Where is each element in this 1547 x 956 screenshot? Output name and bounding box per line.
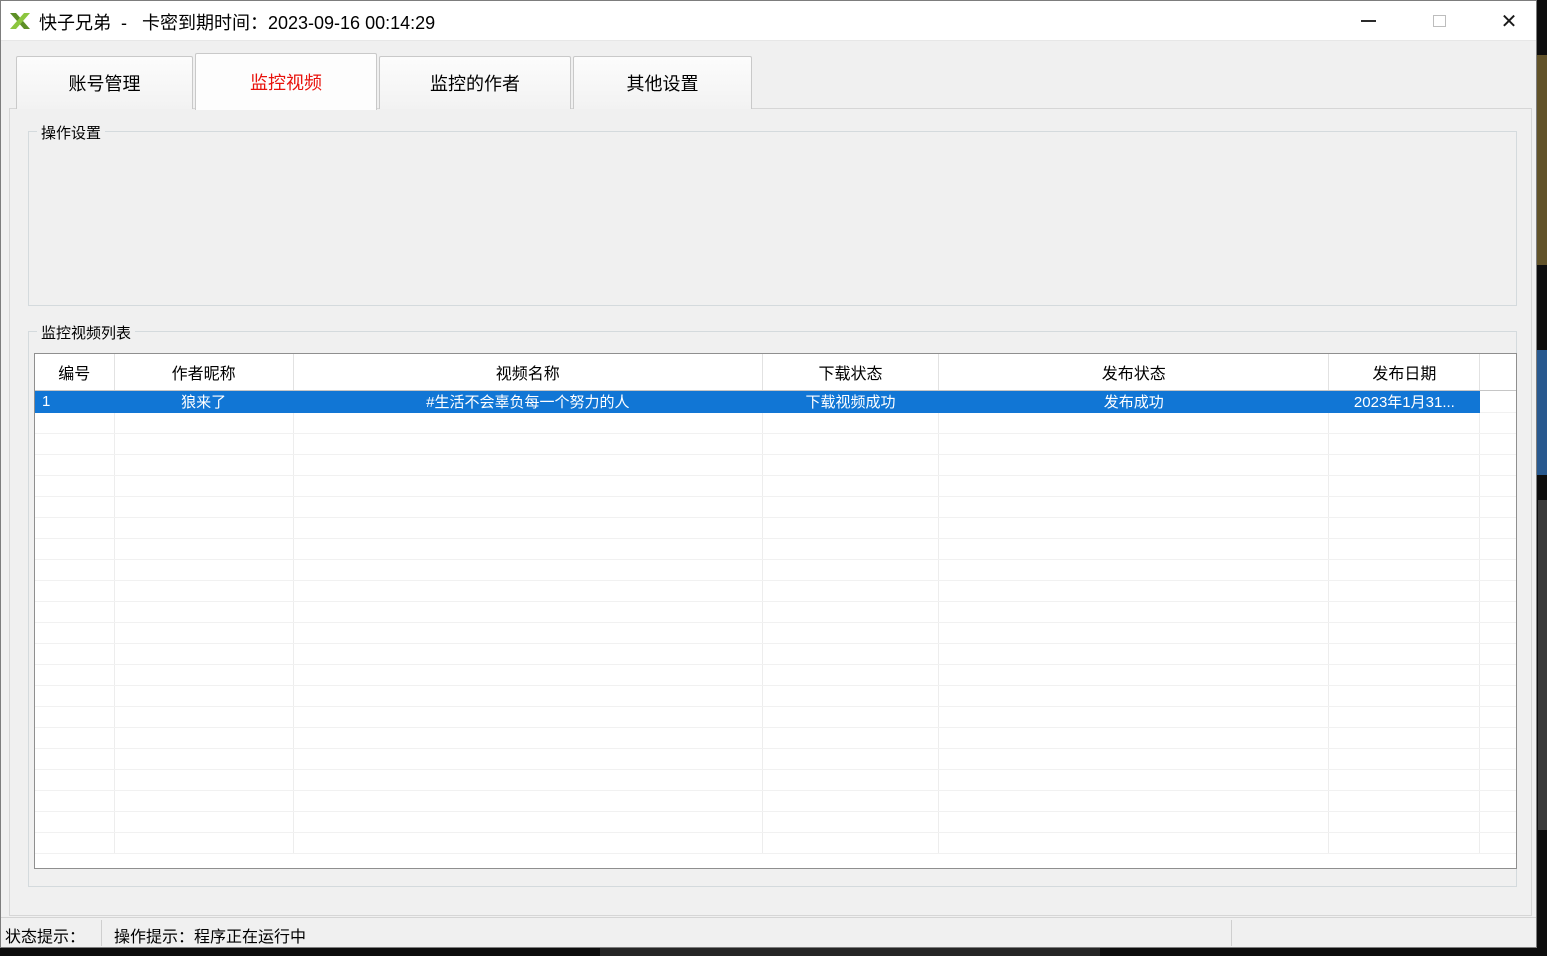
desktop-background: 快子兄弟 - 卡密到期时间：2023-09-16 00:14:29 ✕ 账号管理… xyxy=(0,0,1547,956)
table-empty-row xyxy=(35,580,1516,601)
table-empty-row xyxy=(35,601,1516,622)
table-empty-row xyxy=(35,454,1516,475)
statusbar-divider xyxy=(101,920,102,946)
table-empty-row xyxy=(35,559,1516,580)
group-title: 操作设置 xyxy=(37,122,105,143)
column-header-filler xyxy=(1480,354,1516,390)
minimize-button[interactable] xyxy=(1345,1,1391,41)
table-empty-row xyxy=(35,790,1516,811)
table-cell: 狼来了 xyxy=(114,390,293,412)
table-cell-filler xyxy=(1480,390,1516,412)
table-empty-row xyxy=(35,727,1516,748)
table-empty-row xyxy=(35,496,1516,517)
column-header[interactable]: 发布日期 xyxy=(1329,354,1480,390)
statusbar-divider xyxy=(1231,920,1232,946)
table-empty-row xyxy=(35,643,1516,664)
maximize-icon xyxy=(1433,15,1446,27)
table-empty-row xyxy=(35,412,1516,433)
app-logo-icon xyxy=(8,9,32,33)
video-table-container: 编号作者昵称视频名称下载状态发布状态发布日期1狼来了#生活不会辜负每一个努力的人… xyxy=(34,353,1517,869)
table-empty-row xyxy=(35,664,1516,685)
table-empty-row xyxy=(35,475,1516,496)
titlebar: 快子兄弟 - 卡密到期时间：2023-09-16 00:14:29 ✕ xyxy=(1,1,1536,41)
table-header-row: 编号作者昵称视频名称下载状态发布状态发布日期 xyxy=(35,354,1516,390)
column-header[interactable]: 视频名称 xyxy=(293,354,762,390)
group-title: 监控视频列表 xyxy=(37,322,135,343)
column-header[interactable]: 下载状态 xyxy=(762,354,938,390)
tab-other-settings[interactable]: 其他设置 xyxy=(573,56,752,109)
tab-monitor-videos[interactable]: 监控视频 xyxy=(195,53,377,110)
table-cell: 2023年1月31... xyxy=(1329,390,1480,412)
table-empty-row xyxy=(35,433,1516,454)
close-button[interactable]: ✕ xyxy=(1486,1,1532,41)
table-empty-row xyxy=(35,685,1516,706)
column-header[interactable]: 作者昵称 xyxy=(114,354,293,390)
tab-account-management[interactable]: 账号管理 xyxy=(16,56,193,109)
desktop-artifact xyxy=(1538,500,1547,830)
minimize-icon xyxy=(1361,20,1376,22)
table-empty-row xyxy=(35,832,1516,853)
desktop-artifact xyxy=(1536,55,1547,265)
operation-hint: 操作提示：程序正在运行中 xyxy=(114,923,306,947)
table-empty-row xyxy=(35,811,1516,832)
tab-monitored-authors[interactable]: 监控的作者 xyxy=(379,56,571,109)
video-table: 编号作者昵称视频名称下载状态发布状态发布日期1狼来了#生活不会辜负每一个努力的人… xyxy=(35,354,1516,854)
table-empty-row xyxy=(35,769,1516,790)
status-bar: 状态提示： 操作提示：程序正在运行中 xyxy=(1,917,1536,947)
table-cell: 1 xyxy=(35,390,114,412)
table-empty-row xyxy=(35,748,1516,769)
table-empty-row xyxy=(35,517,1516,538)
status-label: 状态提示： xyxy=(5,923,85,947)
table-cell: #生活不会辜负每一个努力的人 xyxy=(293,390,762,412)
operation-settings-group: 操作设置 xyxy=(28,131,1517,306)
maximize-button[interactable] xyxy=(1416,1,1462,41)
table-empty-row xyxy=(35,538,1516,559)
column-header[interactable]: 编号 xyxy=(35,354,114,390)
desktop-artifact xyxy=(600,948,1100,956)
table-cell: 下载视频成功 xyxy=(762,390,938,412)
window-title: 快子兄弟 - 卡密到期时间：2023-09-16 00:14:29 xyxy=(39,9,435,35)
column-header[interactable]: 发布状态 xyxy=(939,354,1329,390)
table-cell: 发布成功 xyxy=(939,390,1329,412)
table-row[interactable]: 1狼来了#生活不会辜负每一个努力的人下载视频成功发布成功2023年1月31... xyxy=(35,390,1516,412)
table-empty-row xyxy=(35,622,1516,643)
app-window: 快子兄弟 - 卡密到期时间：2023-09-16 00:14:29 ✕ 账号管理… xyxy=(0,0,1537,948)
desktop-artifact xyxy=(1537,350,1547,475)
table-empty-row xyxy=(35,706,1516,727)
